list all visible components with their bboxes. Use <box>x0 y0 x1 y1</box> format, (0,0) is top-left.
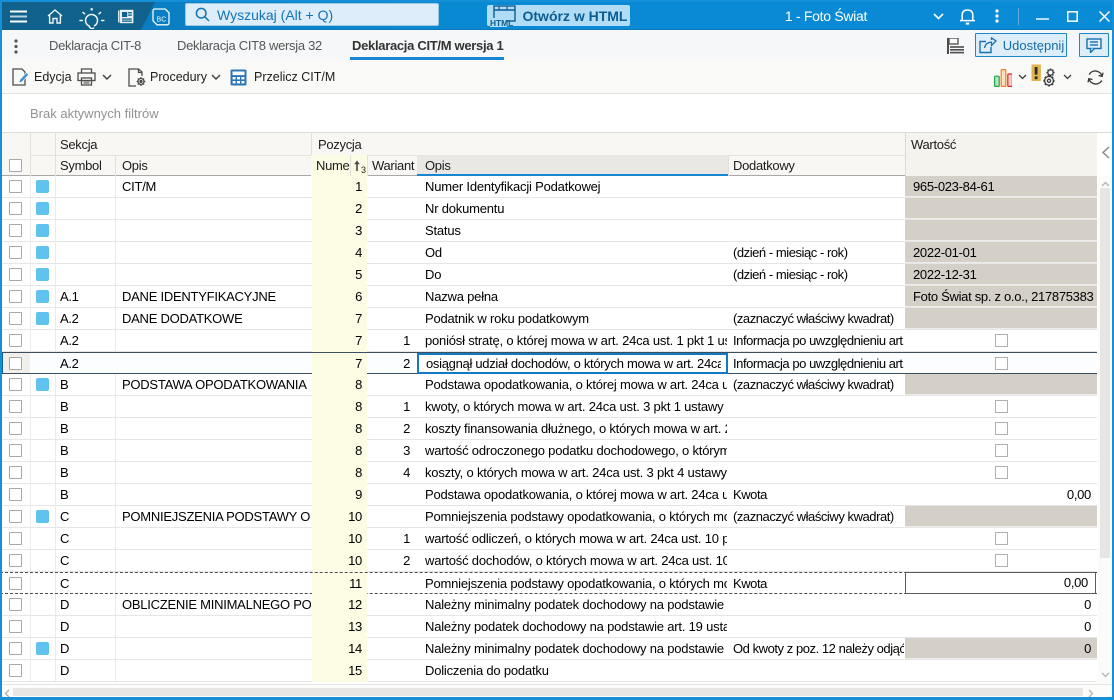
svg-text:HTML: HTML <box>490 18 513 27</box>
svg-text:BC: BC <box>157 17 167 24</box>
